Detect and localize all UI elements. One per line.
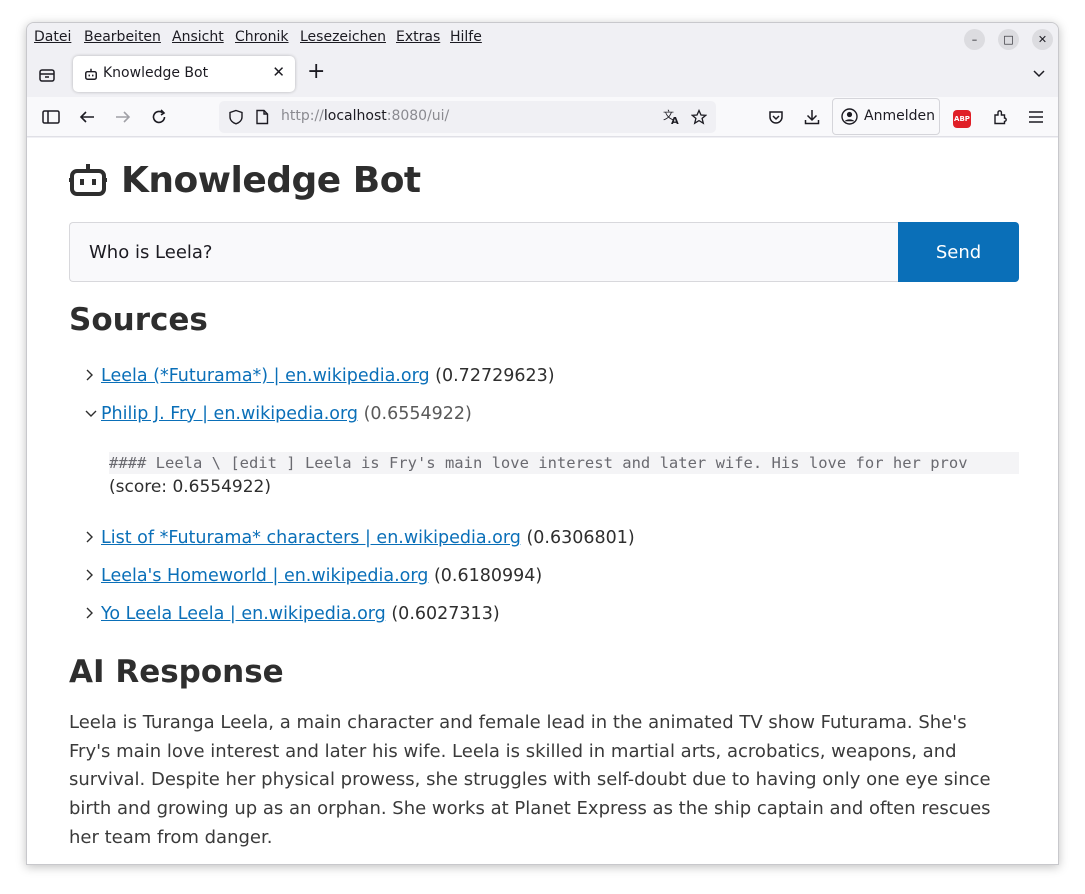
source-item[interactable]: Yo Leela Leela | en.wikipedia.org (0.602… [85,604,500,624]
source-item[interactable]: Leela's Homeworld | en.wikipedia.org (0.… [85,566,542,586]
source-link[interactable]: Philip J. Fry | en.wikipedia.org [101,404,358,424]
signin-button[interactable]: Anmelden [832,98,940,135]
translate-icon[interactable]: 文 A [663,109,681,125]
query-input[interactable]: Who is Leela? [69,222,898,282]
forward-icon[interactable] [113,107,133,127]
menu-ansicht[interactable]: Ansicht [172,29,224,45]
source-link[interactable]: Leela (*Futurama*) | en.wikipedia.org [101,366,430,386]
chevron-right-icon[interactable] [85,369,101,385]
adblock-plus-icon[interactable]: ABP [953,110,971,128]
browser-window: Datei Bearbeiten Ansicht Chronik Lesezei… [26,22,1059,865]
source-item[interactable]: Leela (*Futurama*) | en.wikipedia.org (0… [85,366,555,386]
chevron-down-icon[interactable] [85,407,101,423]
menu-extras[interactable]: Extras [396,29,440,45]
tab-knowledge-bot[interactable]: Knowledge Bot ✕ [73,56,295,92]
source-score: (0.6180994) [433,566,543,586]
back-icon[interactable] [77,107,97,127]
minimize-button[interactable]: – [964,29,985,50]
menu-lesezeichen[interactable]: Lesezeichen [300,29,386,45]
signin-label: Anmelden [864,108,935,124]
chevron-right-icon[interactable] [85,607,101,623]
sidebar-icon[interactable] [41,107,61,127]
svg-text:A: A [671,116,679,125]
menu-hilfe[interactable]: Hilfe [450,29,482,45]
snippet-score: (score: 0.6554922) [109,477,272,497]
navbar: http://localhost:8080/ui/ 文 A Anmelden A… [27,97,1058,137]
page-header: Knowledge Bot [69,158,421,202]
send-button[interactable]: Send [898,222,1019,282]
page-icon[interactable] [255,109,269,125]
query-value: Who is Leela? [89,241,213,263]
maximize-button[interactable]: □ [998,29,1019,50]
bookmark-star-icon[interactable] [691,109,707,125]
source-link[interactable]: Yo Leela Leela | en.wikipedia.org [101,604,386,624]
ai-response-text: Leela is Turanga Leela, a main character… [69,712,991,848]
ai-response-heading: AI Response [69,654,284,690]
tabbar: Knowledge Bot ✕ + [27,53,1058,97]
account-icon [841,108,858,125]
close-tab-icon[interactable]: ✕ [272,63,285,81]
robot-icon [69,164,107,196]
source-link[interactable]: Leela's Homeworld | en.wikipedia.org [101,566,428,586]
url-text[interactable]: http://localhost:8080/ui/ [281,108,449,124]
source-score: (0.6027313) [391,604,500,624]
chevron-right-icon[interactable] [85,531,101,547]
source-item-expanded[interactable]: Philip J. Fry | en.wikipedia.org (0.6554… [85,404,472,424]
source-snippet: #### Leela \ [edit ] Leela is Fry's main… [109,452,1019,474]
menu-hamburger-icon[interactable] [1026,107,1046,127]
page-content: Knowledge Bot Who is Leela? Send Sources… [27,138,1058,864]
menu-bearbeiten[interactable]: Bearbeiten [84,29,161,45]
source-item[interactable]: List of *Futurama* characters | en.wikip… [85,528,635,548]
reload-icon[interactable] [149,107,169,127]
menu-chronik[interactable]: Chronik [235,29,289,45]
menubar: Datei Bearbeiten Ansicht Chronik Lesezei… [27,23,1058,53]
extensions-icon[interactable] [990,107,1010,127]
page-title: Knowledge Bot [121,159,421,201]
download-icon[interactable] [802,107,822,127]
source-score: (0.72729623) [435,366,555,386]
menu-datei[interactable]: Datei [34,29,71,45]
source-link[interactable]: List of *Futurama* characters | en.wikip… [101,528,521,548]
source-score: (0.6554922) [363,404,472,424]
chevron-right-icon[interactable] [85,569,101,585]
new-tab-button[interactable]: + [307,60,325,84]
tab-list-icon[interactable] [37,65,57,85]
shield-icon[interactable] [228,109,244,125]
robot-icon [85,68,97,80]
url-bar[interactable]: http://localhost:8080/ui/ 文 A [219,101,716,133]
chevron-down-icon[interactable] [1032,67,1046,81]
tab-title: Knowledge Bot [103,65,209,81]
source-score: (0.6306801) [526,528,635,548]
pocket-icon[interactable] [766,107,786,127]
sources-heading: Sources [69,302,208,338]
close-window-button[interactable]: ✕ [1032,29,1053,50]
